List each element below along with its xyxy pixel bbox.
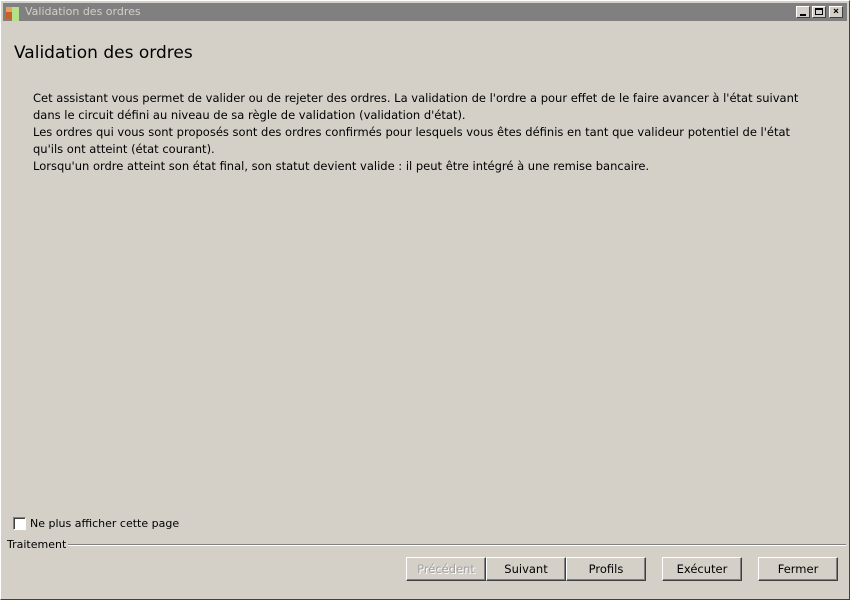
- minimize-button[interactable]: [796, 6, 810, 18]
- group-divider: [61, 544, 846, 546]
- page-title: Validation des ordres: [14, 43, 193, 63]
- maximize-button[interactable]: [812, 6, 826, 18]
- minimize-icon: [800, 14, 806, 16]
- hide-page-label[interactable]: Ne plus afficher cette page: [30, 517, 179, 530]
- title-bar[interactable]: Validation des ordres ×: [3, 3, 847, 21]
- application-window: Validation des ordres × Validation des o…: [0, 0, 850, 600]
- intro-line: Les ordres qui vous sont proposés sont d…: [33, 125, 791, 139]
- maximize-icon: [815, 8, 823, 15]
- group-label: Traitement: [7, 538, 69, 551]
- close-window-button[interactable]: ×: [829, 6, 843, 18]
- next-button[interactable]: Suivant: [486, 557, 566, 581]
- intro-line: Lorsqu'un ordre atteint son état final, …: [33, 159, 650, 173]
- profiles-button[interactable]: Profils: [566, 557, 646, 581]
- close-button[interactable]: Fermer: [758, 557, 838, 581]
- previous-button[interactable]: Précédent: [406, 557, 486, 581]
- close-icon: ×: [832, 6, 840, 17]
- execute-button[interactable]: Exécuter: [662, 557, 742, 581]
- intro-text: Cet assistant vous permet de valider ou …: [33, 90, 833, 175]
- app-icon: [6, 5, 22, 21]
- intro-line: dans le circuit défini au niveau de sa r…: [33, 108, 466, 122]
- hide-page-checkbox[interactable]: [13, 517, 26, 530]
- intro-line: Cet assistant vous permet de valider ou …: [33, 91, 799, 105]
- hide-page-option[interactable]: Ne plus afficher cette page: [13, 517, 179, 530]
- intro-line: qu'ils ont atteint (état courant).: [33, 142, 215, 156]
- window-title: Validation des ordres: [25, 5, 141, 18]
